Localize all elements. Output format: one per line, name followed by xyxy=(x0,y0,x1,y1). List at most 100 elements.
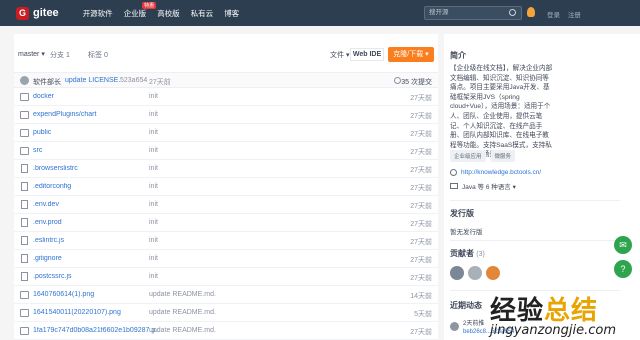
file-name[interactable]: .browserslistrc xyxy=(33,165,159,172)
help-icon[interactable]: ? xyxy=(614,260,632,278)
file-name[interactable]: expendPlugins/chart xyxy=(33,111,159,118)
register-link[interactable]: 注册 xyxy=(568,12,581,19)
file-row[interactable]: .gitignore init 27天前 xyxy=(14,250,438,268)
file-commit-msg[interactable]: init xyxy=(149,273,158,280)
file-name[interactable]: 1641540011(20220107).png xyxy=(33,309,159,316)
repo-main-panel: master ▾ 分支 1 标签 0 文件 ▾ Web IDE 克隆/下载 ▾ … xyxy=(14,34,438,340)
topic-tag[interactable]: 微服务 xyxy=(490,150,516,162)
commit-message[interactable]: update LICENSE. xyxy=(65,77,120,84)
file-commit-msg[interactable]: update README.md. xyxy=(149,327,216,334)
main-nav: 开源软件 企业版 特惠 高校版 私有云 博客 xyxy=(83,1,251,19)
file-row[interactable]: 1fa179c747d0b08a21f6602e1b09287.p... upda… xyxy=(14,322,438,340)
chat-icon[interactable]: ✉ xyxy=(614,236,632,254)
branch-select[interactable]: master ▾ xyxy=(18,50,45,58)
file-time: 27天前 xyxy=(410,167,432,174)
contributors-heading: 贡献者 (3) xyxy=(450,248,485,259)
nav-university[interactable]: 高校版 xyxy=(157,8,180,19)
nav-private-cloud[interactable]: 私有云 xyxy=(191,8,214,19)
file-icon xyxy=(21,236,28,245)
file-row[interactable]: public init 27天前 xyxy=(14,124,438,142)
file-name[interactable]: 1fa179c747d0b08a21f6602e1b09287.p... xyxy=(33,327,159,334)
file-row[interactable]: expendPlugins/chart init 27天前 xyxy=(14,106,438,124)
nav-enterprise[interactable]: 企业版 特惠 xyxy=(123,1,157,19)
gitee-logo[interactable]: G gitee xyxy=(16,6,59,20)
latest-commit-bar: 软件部长 update LICENSE. 523a654 27天前 35 次提交 xyxy=(14,72,438,88)
file-name[interactable]: .env.dev xyxy=(33,201,159,208)
watermark: 经验总结 jingyanzongjie.com xyxy=(490,290,616,338)
avatar[interactable] xyxy=(450,266,464,280)
search-icon[interactable] xyxy=(509,9,516,16)
file-row[interactable]: .editorconfig init 27天前 xyxy=(14,178,438,196)
auth-links: 登录 注册 xyxy=(547,9,587,19)
file-commit-msg[interactable]: init xyxy=(149,93,158,100)
activity-heading: 近期动态 xyxy=(450,301,482,310)
clone-download-button[interactable]: 克隆/下载 ▾ xyxy=(388,47,434,62)
file-row[interactable]: .browserslistrc init 27天前 xyxy=(14,160,438,178)
avatar[interactable] xyxy=(468,266,482,280)
topic-tag[interactable]: 企业级应用 xyxy=(450,150,486,162)
file-row[interactable]: src init 27天前 xyxy=(14,142,438,160)
file-commit-msg[interactable]: init xyxy=(149,255,158,262)
file-time: 27天前 xyxy=(410,149,432,156)
file-time: 5天前 xyxy=(414,311,432,318)
file-row[interactable]: .eslintrc.js init 27天前 xyxy=(14,232,438,250)
file-name[interactable]: 1640760614(1).png xyxy=(33,291,159,298)
homepage-row: http://knowledge.bctools.cn/ xyxy=(450,169,541,176)
language-label: Java 等 6 种语言 ▾ xyxy=(462,184,516,191)
file-icon xyxy=(21,272,28,281)
file-time: 27天前 xyxy=(410,185,432,192)
file-commit-msg[interactable]: init xyxy=(149,237,158,244)
file-commit-msg[interactable]: init xyxy=(149,219,158,226)
file-row[interactable]: .env.prod init 27天前 xyxy=(14,214,438,232)
nav-enterprise-label: 企业版 xyxy=(123,8,147,18)
file-menu-button[interactable]: 文件 ▾ xyxy=(330,50,349,60)
image-file-icon xyxy=(20,309,29,317)
file-commit-msg[interactable]: init xyxy=(149,147,158,154)
commit-time: 27天前 xyxy=(149,79,171,86)
commit-sha[interactable]: 523a654 xyxy=(120,77,147,84)
gitee-logo-icon: G xyxy=(16,6,29,20)
file-name[interactable]: src xyxy=(33,147,159,154)
nav-open-source[interactable]: 开源软件 xyxy=(83,8,113,19)
floating-actions: ✉ ? xyxy=(614,236,632,284)
file-commit-msg[interactable]: init xyxy=(149,111,158,118)
folder-icon xyxy=(20,147,29,155)
file-row[interactable]: 1640760614(1).png update README.md. 14天前 xyxy=(14,286,438,304)
search-input[interactable]: 搜开源 xyxy=(424,6,522,20)
file-name[interactable]: .env.prod xyxy=(33,219,159,226)
file-name[interactable]: .postcssrc.js xyxy=(33,273,159,280)
file-row[interactable]: docker init 27天前 xyxy=(14,88,438,106)
commit-author[interactable]: 软件部长 xyxy=(33,77,61,87)
file-row[interactable]: .env.dev init 27天前 xyxy=(14,196,438,214)
repo-toolbar: master ▾ 分支 1 标签 0 文件 ▾ Web IDE 克隆/下载 ▾ xyxy=(14,46,438,64)
file-commit-msg[interactable]: init xyxy=(149,183,158,190)
lightbulb-icon[interactable] xyxy=(527,7,535,17)
file-time: 27天前 xyxy=(410,113,432,120)
webide-button[interactable]: Web IDE xyxy=(350,48,384,61)
file-name[interactable]: .eslintrc.js xyxy=(33,237,159,244)
file-name[interactable]: docker xyxy=(33,93,159,100)
language-row[interactable]: Java 等 6 种语言 ▾ xyxy=(450,181,516,191)
file-commit-msg[interactable]: init xyxy=(149,129,158,136)
homepage-link[interactable]: http://knowledge.bctools.cn/ xyxy=(461,169,541,176)
commit-count[interactable]: 35 次提交 xyxy=(401,77,432,87)
file-name[interactable]: .gitignore xyxy=(33,255,159,262)
avatar[interactable] xyxy=(450,322,459,331)
file-name[interactable]: public xyxy=(33,129,159,136)
top-navbar: G gitee 开源软件 企业版 特惠 高校版 私有云 博客 搜开源 登录 注册 xyxy=(0,0,640,26)
file-commit-msg[interactable]: update README.md. xyxy=(149,291,216,298)
nav-blog[interactable]: 博客 xyxy=(224,8,239,19)
avatar[interactable] xyxy=(486,266,500,280)
tags-link[interactable]: 标签 0 xyxy=(88,50,108,60)
file-row[interactable]: .postcssrc.js init 27天前 xyxy=(14,268,438,286)
file-commit-msg[interactable]: init xyxy=(149,201,158,208)
file-time: 27天前 xyxy=(410,257,432,264)
image-file-icon xyxy=(20,327,29,335)
avatar[interactable] xyxy=(20,76,29,85)
file-row[interactable]: 1641540011(20220107).png update README.md… xyxy=(14,304,438,322)
file-name[interactable]: .editorconfig xyxy=(33,183,159,190)
branches-link[interactable]: 分支 1 xyxy=(50,50,70,60)
login-link[interactable]: 登录 xyxy=(547,12,560,19)
file-commit-msg[interactable]: init xyxy=(149,165,158,172)
file-commit-msg[interactable]: update README.md. xyxy=(149,309,216,316)
